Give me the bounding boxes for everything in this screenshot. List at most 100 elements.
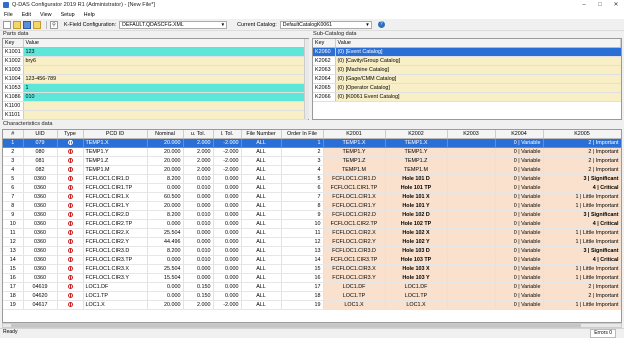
file-number-cell[interactable]: ALL (241, 291, 282, 301)
table-row[interactable]: 19 04617 LOC1.X 20.000 2.000 -2.000 ALL 19 LOC1.… (3, 300, 621, 310)
type-cell[interactable] (57, 165, 84, 175)
col-header[interactable]: K2001 (323, 130, 386, 139)
order-cell[interactable]: 4 (281, 165, 324, 175)
k2002-cell[interactable]: Hole 101 TP (385, 183, 448, 193)
nominal-cell[interactable]: 20.000 (147, 147, 184, 157)
k2001-cell[interactable]: FCFLOC1.CIR3.TP (323, 255, 386, 265)
parts-row[interactable]: K1001 123 (3, 47, 308, 57)
menu-setup[interactable]: Setup (61, 12, 75, 18)
parts-row[interactable]: K1100 (3, 101, 308, 111)
help-icon[interactable]: ? (377, 21, 385, 28)
row-number[interactable]: 18 (3, 291, 24, 301)
k2003-cell[interactable] (447, 192, 496, 202)
table-row[interactable]: 6 0360 FCFLOC1.CIR1.TP 0.000 0.010 0.000 ALL 6 F… (3, 183, 621, 193)
k2002-cell[interactable]: Hole 101 Y (385, 201, 448, 211)
file-number-cell[interactable]: ALL (241, 147, 282, 157)
k2001-cell[interactable]: TEMP1.Z (323, 156, 386, 166)
k2003-cell[interactable] (447, 138, 496, 148)
file-number-cell[interactable]: ALL (241, 165, 282, 175)
table-row[interactable]: 12 0360 FCFLOC1.CIR2.Y 44.496 0.000 0.000 ALL 1… (3, 237, 621, 247)
row-number[interactable]: 13 (3, 246, 24, 256)
row-number[interactable]: 8 (3, 201, 24, 211)
subcatalog-row[interactable]: K2064 (0) [Gage/CMM Catalog] (313, 74, 621, 84)
order-cell[interactable]: 1 (281, 138, 324, 148)
file-number-cell[interactable]: ALL (241, 264, 282, 274)
characteristics-grid[interactable]: # UID Type PCD ID Nominal u. Tol. l. Tol. File … (2, 129, 622, 323)
export-icon[interactable] (33, 20, 41, 29)
type-cell[interactable] (57, 264, 84, 274)
k2003-cell[interactable] (447, 228, 496, 238)
k2002-cell[interactable]: LOC1.TP (385, 291, 448, 301)
type-cell[interactable] (57, 192, 84, 202)
k2003-cell[interactable] (447, 165, 496, 175)
pcd-id-cell[interactable]: FCFLOC1.CIR1.X (83, 192, 148, 202)
lower-tol-cell[interactable]: -2.000 (213, 147, 242, 157)
row-number[interactable]: 16 (3, 273, 24, 283)
row-number[interactable]: 19 (3, 300, 24, 310)
catalog-select[interactable]: DefaultCatalogK0061 ▼ (279, 20, 372, 29)
type-cell[interactable] (57, 255, 84, 265)
k2002-cell[interactable]: Hole 101 D (385, 174, 448, 184)
k2003-cell[interactable] (447, 156, 496, 166)
parts-value[interactable] (23, 65, 308, 75)
file-number-cell[interactable]: ALL (241, 246, 282, 256)
subcatalog-value[interactable]: (0) [Event Catalog] (335, 47, 621, 57)
file-number-cell[interactable]: ALL (241, 273, 282, 283)
order-cell[interactable]: 10 (281, 219, 324, 229)
type-cell[interactable] (57, 282, 84, 292)
pcd-id-cell[interactable]: FCFLOC1.CIR1.TP (83, 183, 148, 193)
order-cell[interactable]: 14 (281, 255, 324, 265)
k2005-cell[interactable]: 1 | Little Important (543, 300, 621, 310)
k2002-cell[interactable]: TEMP1.X (385, 138, 448, 148)
k2001-cell[interactable]: FCFLOC1.CIR3.D (323, 246, 386, 256)
lower-tol-cell[interactable]: -2.000 (213, 165, 242, 175)
k2002-cell[interactable]: Hole 102 X (385, 228, 448, 238)
type-cell[interactable] (57, 246, 84, 256)
subcatalog-grid[interactable]: Key Value K2060 (0) [Event Catalog] K2062(… (312, 38, 622, 120)
parts-value[interactable]: 1 (23, 83, 308, 93)
type-cell[interactable] (57, 210, 84, 220)
close-icon[interactable]: ✕ (608, 0, 624, 10)
nominal-cell[interactable]: 20.000 (147, 165, 184, 175)
row-number[interactable]: 10 (3, 219, 24, 229)
k2001-cell[interactable]: FCFLOC1.CIR3.X (323, 264, 386, 274)
uid-cell[interactable]: 0360 (23, 246, 58, 256)
k2003-cell[interactable] (447, 147, 496, 157)
k2001-cell[interactable]: FCFLOC1.CIR1.TP (323, 183, 386, 193)
table-row[interactable]: 17 04619 LOC1.DF 0.000 0.150 0.000 ALL 17 LOC1.D… (3, 282, 621, 292)
col-header[interactable]: Order In File (281, 130, 324, 139)
nominal-cell[interactable]: 8.200 (147, 174, 184, 184)
subcatalog-row[interactable]: K2063 (0) [Machine Catalog] (313, 65, 621, 75)
pcd-id-cell[interactable]: LOC1.X (83, 300, 148, 310)
row-number[interactable]: 2 (3, 147, 24, 157)
nominal-cell[interactable]: 20.000 (147, 156, 184, 166)
parts-value[interactable] (23, 110, 308, 120)
order-cell[interactable]: 18 (281, 291, 324, 301)
pcd-id-cell[interactable]: FCFLOC1.CIR1.Y (83, 201, 148, 211)
k2005-cell[interactable]: 1 | Little Important (543, 237, 621, 247)
lower-tol-cell[interactable]: 0.000 (213, 237, 242, 247)
file-number-cell[interactable]: ALL (241, 210, 282, 220)
lower-tol-cell[interactable]: 0.000 (213, 291, 242, 301)
k2004-cell[interactable]: 0 | Variable (495, 201, 544, 211)
upper-tol-cell[interactable]: 0.000 (183, 192, 214, 202)
scrollbar-thumb[interactable] (11, 324, 581, 327)
uid-cell[interactable]: 079 (23, 138, 58, 148)
k2002-cell[interactable]: Hole 103 X (385, 264, 448, 274)
pcd-id-cell[interactable]: FCFLOC1.CIR1.D (83, 174, 148, 184)
uid-cell[interactable]: 0360 (23, 201, 58, 211)
order-cell[interactable]: 13 (281, 246, 324, 256)
k2001-cell[interactable]: FCFLOC1.CIR1.X (323, 192, 386, 202)
parts-row[interactable]: K1003 (3, 65, 308, 75)
file-number-cell[interactable]: ALL (241, 282, 282, 292)
lower-tol-cell[interactable]: 0.000 (213, 228, 242, 238)
k2002-cell[interactable]: Hole 101 X (385, 192, 448, 202)
upper-tol-cell[interactable]: 0.010 (183, 183, 214, 193)
k2004-cell[interactable]: 0 | Variable (495, 237, 544, 247)
file-number-cell[interactable]: ALL (241, 219, 282, 229)
type-cell[interactable] (57, 228, 84, 238)
parts-grid[interactable]: Key Value K1001 123 K1002 bry6 K1003 K1004 123… (2, 38, 309, 120)
uid-cell[interactable]: 0360 (23, 228, 58, 238)
nominal-cell[interactable]: 25.504 (147, 264, 184, 274)
k2001-cell[interactable]: LOC1.DF (323, 282, 386, 292)
